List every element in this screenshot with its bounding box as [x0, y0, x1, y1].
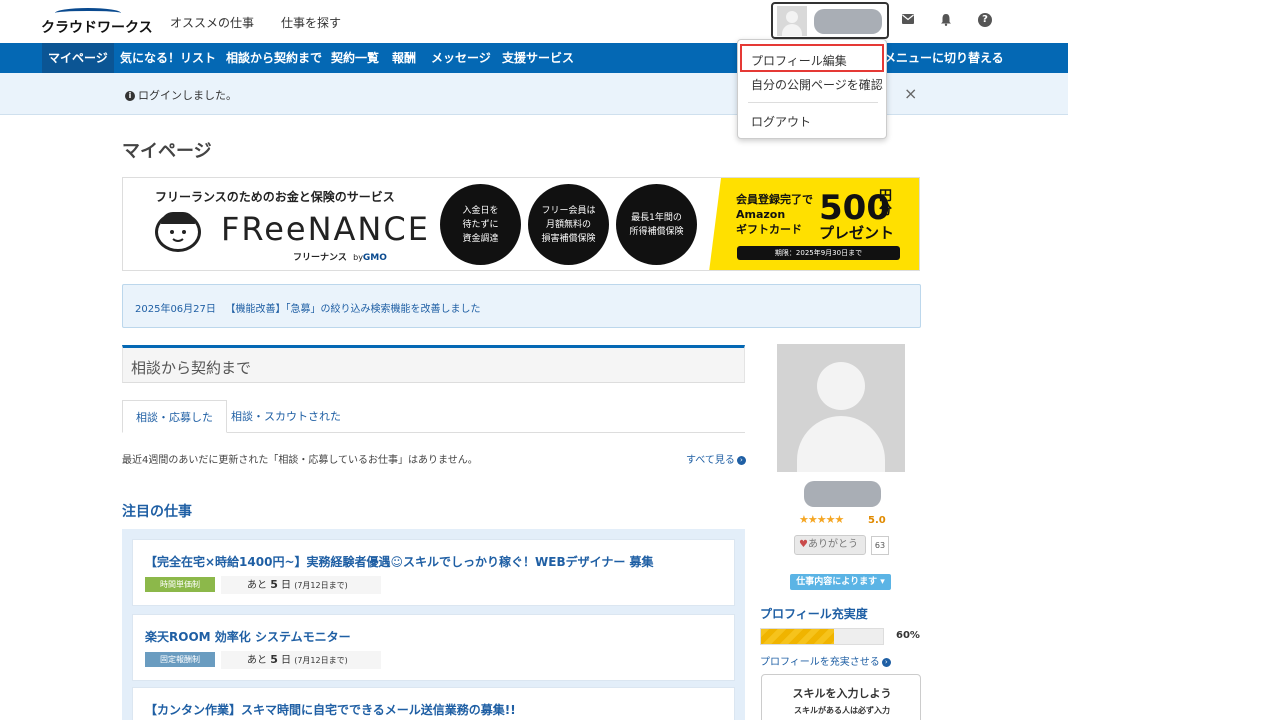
chevron-down-icon: ▾: [880, 577, 885, 587]
banner-headline: フリーランスのためのお金と保険のサービス: [155, 190, 395, 204]
nav-item-contracts[interactable]: 契約一覧: [331, 43, 379, 73]
list-item[interactable]: 【カンタン作業】スキマ時間に自宅でできるメール送信業務の募集!!: [132, 687, 735, 720]
dropdown-divider: [748, 102, 878, 103]
banner-promo: 会員登録完了で Amazon ギフトカード 500 円 分 プレゼント 期限：2…: [709, 178, 919, 270]
switch-menu-link[interactable]: メニューに切り替える: [884, 43, 1004, 73]
thanks-button[interactable]: ♥ありがとう: [794, 535, 866, 555]
profile-progress-fill: [761, 629, 835, 644]
nav-item-support[interactable]: 支援サービス: [502, 43, 574, 73]
banner-feature-circle: 入金日を 待たずに 資金調達: [440, 184, 521, 265]
mail-icon[interactable]: [901, 13, 915, 27]
thanks-count: 63: [871, 536, 889, 555]
page-title: マイページ: [122, 141, 212, 162]
profile-name-redacted: [804, 481, 881, 507]
arrow-right-icon: ›: [736, 455, 746, 465]
dropdown-item-logout[interactable]: ログアウト: [751, 113, 811, 130]
tab-scouted[interactable]: 相談・スカウトされた: [218, 400, 354, 433]
rating-stars: ★★★★★: [799, 513, 844, 526]
promo-deadline: 期限：2025年9月30日まで: [737, 246, 900, 260]
promo-unit: 円 分: [879, 189, 893, 218]
banner-feature-circle: フリー会員は 月額無料の 損害補償保険: [528, 184, 609, 265]
consult-empty-message: 最近4週間のあいだに更新された「相談・応募しているお仕事」はありません。: [122, 455, 478, 466]
consult-section-header: 相談から契約まで: [122, 345, 745, 383]
nav-item-mypage[interactable]: マイページ: [42, 43, 114, 73]
banner-feature-circle: 最長1年間の 所得補償保険: [616, 184, 697, 265]
notice-message: ログインしました。: [138, 89, 237, 102]
job-type-badge: 固定報酬制: [145, 652, 215, 667]
job-type-badge: 時間単価制: [145, 577, 215, 592]
job-deadline: あと 5 日 (7月12日まで): [221, 651, 381, 669]
skill-subtitle: スキルがある人は必ず入力: [794, 706, 890, 715]
login-notice: i ログインしました。 ×: [0, 73, 1068, 115]
profile-avatar[interactable]: [777, 344, 905, 472]
job-deadline: あと 5 日 (7月12日まで): [221, 576, 381, 594]
nav-item-rewards[interactable]: 報酬: [392, 43, 416, 73]
rate-badge[interactable]: 仕事内容によります ▾: [790, 574, 891, 590]
bell-icon[interactable]: [939, 13, 953, 27]
freenance-banner[interactable]: フリーランスのためのお金と保険のサービス FReeNANCE フリーナンス by…: [122, 177, 920, 271]
rating-value: 5.0: [868, 515, 886, 526]
skill-prompt-box[interactable]: スキルを入力しよう スキルがある人は必ず入力: [761, 674, 921, 720]
page: クラウドワークス オススメの仕事 仕事を探す ? マイページ 気になる！リスト …: [0, 0, 1068, 720]
tab-applied[interactable]: 相談・応募した: [122, 400, 227, 433]
avatar: [777, 6, 807, 36]
section-title: 相談から契約まで: [131, 359, 252, 377]
see-all-link[interactable]: すべて見る ›: [686, 451, 746, 466]
empty-gutter: [1068, 0, 1280, 720]
dropdown-item-public-page[interactable]: 自分の公開ページを確認: [751, 76, 883, 93]
main-nav: マイページ 気になる！リスト 相談から契約まで 契約一覧 報酬 メッセージ 支援…: [0, 43, 1068, 73]
user-name-redacted: [814, 9, 882, 34]
user-dropdown-menu: プロフィール編集 自分の公開ページを確認 ログアウト: [737, 39, 887, 139]
job-title[interactable]: 楽天ROOM 効率化 システムモニター: [145, 628, 351, 645]
profile-completion-title: プロフィール充実度: [760, 607, 868, 621]
nav-item-watchlist[interactable]: 気になる！リスト: [120, 43, 216, 73]
recommended-jobs-link[interactable]: オススメの仕事: [170, 14, 254, 31]
info-icon: i: [125, 91, 135, 101]
promo-text: 会員登録完了で Amazon ギフトカード: [736, 193, 813, 236]
arrow-right-icon: ›: [881, 657, 891, 667]
logo-text: クラウドワークス: [41, 20, 153, 36]
profile-progress-bar: [760, 628, 884, 645]
help-icon[interactable]: ?: [978, 13, 992, 27]
user-menu-button[interactable]: [771, 2, 889, 39]
dropdown-item-edit-profile[interactable]: プロフィール編集: [751, 52, 847, 69]
banner-brand: FReeNANCE: [221, 210, 430, 248]
nav-item-consult[interactable]: 相談から契約まで: [226, 43, 322, 73]
job-title[interactable]: 【カンタン作業】スキマ時間に自宅でできるメール送信業務の募集!!: [145, 701, 516, 718]
skill-title: スキルを入力しよう: [792, 687, 892, 700]
announcement-box: 2025年06月27日 【機能改善】「急募」の絞り込み検索機能を改善しました: [122, 284, 921, 328]
find-jobs-link[interactable]: 仕事を探す: [281, 14, 341, 31]
header: クラウドワークス オススメの仕事 仕事を探す ?: [0, 0, 1068, 43]
logo[interactable]: クラウドワークス: [41, 8, 153, 38]
improve-profile-link[interactable]: プロフィールを充実させる ›: [760, 653, 891, 668]
featured-jobs-list: 【完全在宅×時給1400円~】実務経験者優遇☺スキルでしっかり稼ぐ！WEBデザイ…: [122, 529, 745, 720]
featured-jobs-title: 注目の仕事: [122, 504, 192, 520]
list-item[interactable]: 楽天ROOM 効率化 システムモニター 固定報酬制 あと 5 日 (7月12日ま…: [132, 614, 735, 681]
notice-text: i ログインしました。: [125, 87, 237, 103]
announcement-link[interactable]: 2025年06月27日 【機能改善】「急募」の絞り込み検索機能を改善しました: [135, 300, 480, 315]
job-title[interactable]: 【完全在宅×時給1400円~】実務経験者優遇☺スキルでしっかり稼ぐ！WEBデザイ…: [145, 553, 654, 570]
list-item[interactable]: 【完全在宅×時給1400円~】実務経験者優遇☺スキルでしっかり稼ぐ！WEBデザイ…: [132, 539, 735, 606]
close-icon[interactable]: ×: [904, 84, 917, 103]
mascot-face-icon: [155, 212, 201, 252]
profile-percent: 60%: [896, 630, 920, 641]
promo-present: プレゼント: [819, 224, 895, 242]
heart-icon: ♥: [799, 539, 808, 550]
banner-brand-sub: フリーナンス byGMO: [293, 253, 387, 263]
nav-item-messages[interactable]: メッセージ: [431, 43, 491, 73]
